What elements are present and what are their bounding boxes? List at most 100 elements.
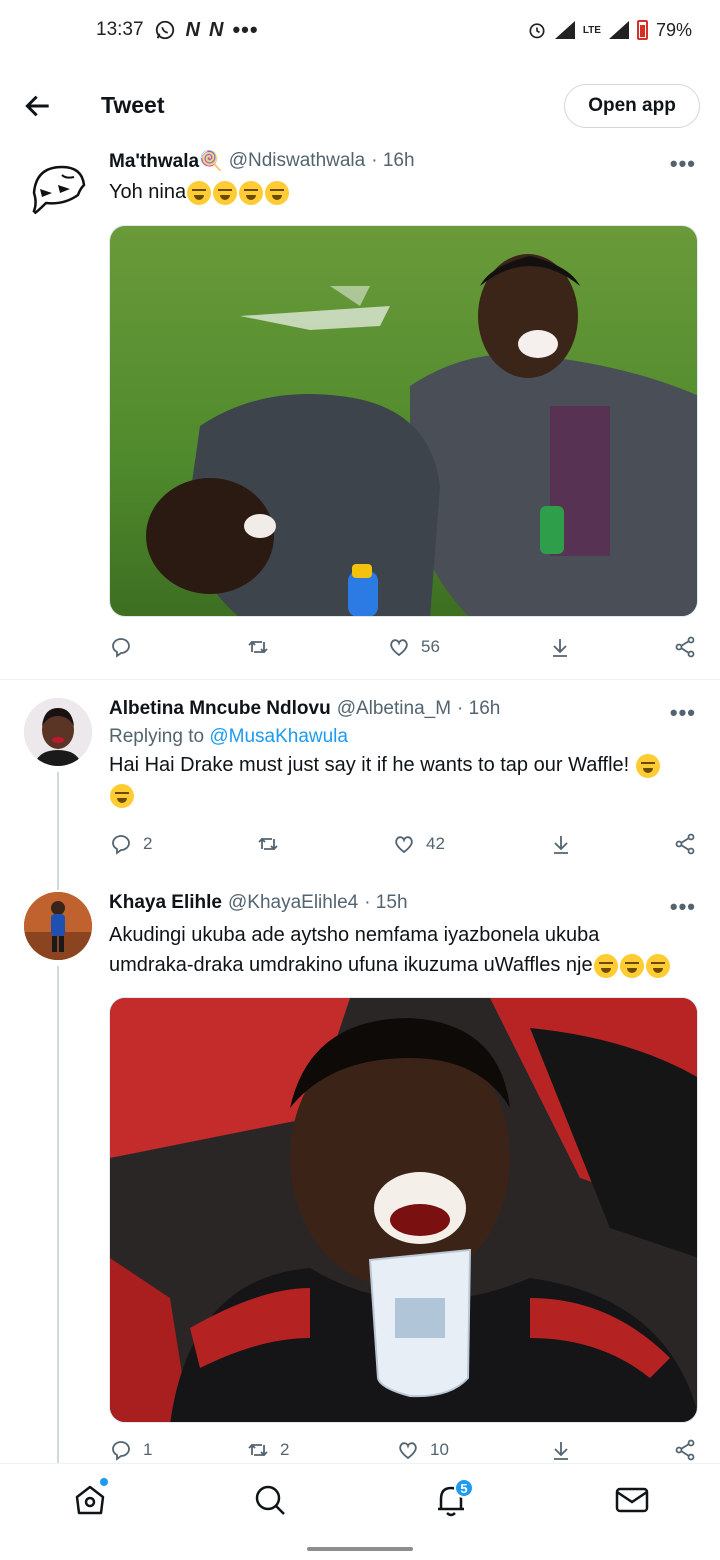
replying-to-link[interactable]: @MusaKhawula bbox=[209, 726, 348, 747]
home-icon bbox=[75, 1485, 105, 1515]
reply-count: 1 bbox=[143, 1440, 153, 1459]
status-bar: 13:37 N N ••• LTE 79% bbox=[0, 0, 720, 60]
more-options-icon[interactable]: ••• bbox=[670, 894, 696, 920]
laughing-emoji-icon bbox=[265, 180, 290, 205]
like-count: 10 bbox=[430, 1440, 449, 1459]
heart-icon bbox=[390, 639, 408, 657]
like-button[interactable]: 10 bbox=[396, 1438, 449, 1462]
retweet-icon bbox=[248, 640, 268, 654]
author-handle[interactable]: @KhayaElihle4 bbox=[228, 892, 358, 914]
download-button[interactable] bbox=[548, 635, 572, 659]
tweet-text: Hai Hai Drake must just say it if he wan… bbox=[109, 750, 698, 810]
laughing-emoji-icon bbox=[619, 953, 644, 978]
notification-count-badge: 5 bbox=[454, 1478, 474, 1498]
like-button[interactable]: 56 bbox=[387, 635, 440, 659]
weary-emoji-icon bbox=[635, 753, 660, 778]
netflix-icon: N bbox=[209, 18, 223, 41]
like-count: 42 bbox=[426, 834, 445, 853]
share-icon bbox=[675, 1439, 695, 1461]
laughing-emoji-icon bbox=[593, 953, 618, 978]
avatar[interactable] bbox=[24, 698, 92, 766]
tweet-time: · 16h bbox=[371, 150, 415, 171]
crying-emoji-icon bbox=[213, 180, 238, 205]
retweet-button[interactable] bbox=[256, 832, 290, 856]
avatar[interactable] bbox=[24, 892, 92, 960]
download-button[interactable] bbox=[549, 1438, 573, 1462]
author-name[interactable]: Khaya Elihle bbox=[109, 892, 222, 914]
like-button[interactable]: 42 bbox=[392, 832, 445, 856]
profile-photo bbox=[24, 698, 92, 766]
retweet-icon bbox=[258, 837, 278, 851]
retweet-button[interactable]: 2 bbox=[246, 1438, 289, 1462]
whatsapp-icon bbox=[155, 20, 174, 40]
tweet-time: · 16h bbox=[457, 698, 501, 719]
back-arrow-icon[interactable] bbox=[22, 90, 54, 122]
signal-icon-2 bbox=[608, 21, 629, 39]
like-count: 56 bbox=[421, 637, 440, 656]
nav-search[interactable] bbox=[252, 1482, 288, 1518]
download-icon bbox=[554, 836, 568, 854]
download-icon bbox=[554, 1442, 568, 1460]
nav-home[interactable] bbox=[72, 1482, 108, 1518]
relieved-emoji-icon bbox=[110, 783, 134, 808]
author-name[interactable]: Ma'thwala🍭 bbox=[109, 149, 223, 173]
alarm-icon bbox=[529, 23, 545, 39]
bottom-navigation: 5 bbox=[0, 1463, 720, 1539]
top-app-bar: Tweet Open app bbox=[0, 74, 720, 138]
replying-to: Replying to @MusaKhawula bbox=[109, 726, 348, 747]
reply-count: 2 bbox=[143, 834, 153, 853]
network-type: LTE bbox=[582, 24, 601, 36]
more-options-icon[interactable]: ••• bbox=[670, 151, 696, 177]
reply-icon bbox=[112, 638, 130, 658]
author-handle[interactable]: @Albetina_M bbox=[337, 698, 451, 720]
tweet-time: · 15h bbox=[364, 892, 408, 913]
battery-level: 79% bbox=[655, 19, 692, 40]
envelope-icon bbox=[615, 1487, 649, 1513]
reply-icon bbox=[112, 1441, 130, 1461]
retweet-button[interactable] bbox=[246, 635, 280, 659]
laughing-emoji-icon bbox=[645, 953, 670, 978]
reply-button[interactable]: 2 bbox=[109, 832, 152, 856]
tweet-text: Yoh nina bbox=[109, 177, 698, 207]
share-icon bbox=[675, 636, 695, 658]
more-dots-icon: ••• bbox=[232, 17, 259, 42]
status-time: 13:37 bbox=[96, 19, 144, 40]
share-button[interactable] bbox=[673, 635, 697, 659]
author-handle[interactable]: @Ndiswathwala bbox=[229, 150, 366, 172]
battery-icon bbox=[636, 20, 648, 40]
search-icon bbox=[255, 1485, 285, 1515]
share-icon bbox=[675, 833, 695, 855]
retweet-count: 2 bbox=[280, 1440, 290, 1459]
heart-icon bbox=[395, 836, 413, 854]
reply-tweet[interactable]: Khaya Elihle @KhayaElihle4 · 15h Akuding… bbox=[0, 884, 720, 1464]
download-button[interactable] bbox=[549, 832, 573, 856]
heart-icon bbox=[399, 1442, 417, 1460]
retweet-icon bbox=[248, 1443, 268, 1457]
share-button[interactable] bbox=[673, 1438, 697, 1462]
tweet-main[interactable]: Ma'thwala🍭 @Ndiswathwala · 16h Yoh nina … bbox=[0, 145, 720, 685]
avatar[interactable] bbox=[24, 155, 92, 223]
reply-button[interactable]: 1 bbox=[109, 1438, 152, 1462]
tweet-text: Akudingi ukuba ade aytsho nemfama iyazbo… bbox=[109, 920, 698, 980]
tweet-image[interactable] bbox=[109, 225, 698, 617]
open-app-button[interactable]: Open app bbox=[564, 84, 700, 128]
more-options-icon[interactable]: ••• bbox=[670, 700, 696, 726]
download-icon bbox=[553, 639, 567, 657]
tweet-image[interactable] bbox=[109, 997, 698, 1423]
netflix-icon: N bbox=[185, 18, 200, 41]
profile-photo bbox=[24, 892, 92, 960]
crying-emoji-icon bbox=[187, 180, 212, 205]
meme-face-icon bbox=[28, 165, 86, 219]
page-title: Tweet bbox=[101, 92, 165, 118]
author-name[interactable]: Albetina Mncube Ndlovu bbox=[109, 698, 331, 720]
signal-icon bbox=[554, 21, 575, 39]
divider bbox=[0, 679, 720, 680]
home-unread-dot bbox=[100, 1478, 108, 1486]
gesture-home-bar[interactable] bbox=[307, 1547, 413, 1551]
share-button[interactable] bbox=[673, 832, 697, 856]
nav-messages[interactable] bbox=[614, 1482, 650, 1518]
reply-tweet[interactable]: Albetina Mncube Ndlovu @Albetina_M · 16h… bbox=[0, 690, 720, 880]
reply-icon bbox=[112, 835, 130, 855]
reply-button[interactable] bbox=[109, 635, 143, 659]
crying-emoji-icon bbox=[239, 180, 264, 205]
